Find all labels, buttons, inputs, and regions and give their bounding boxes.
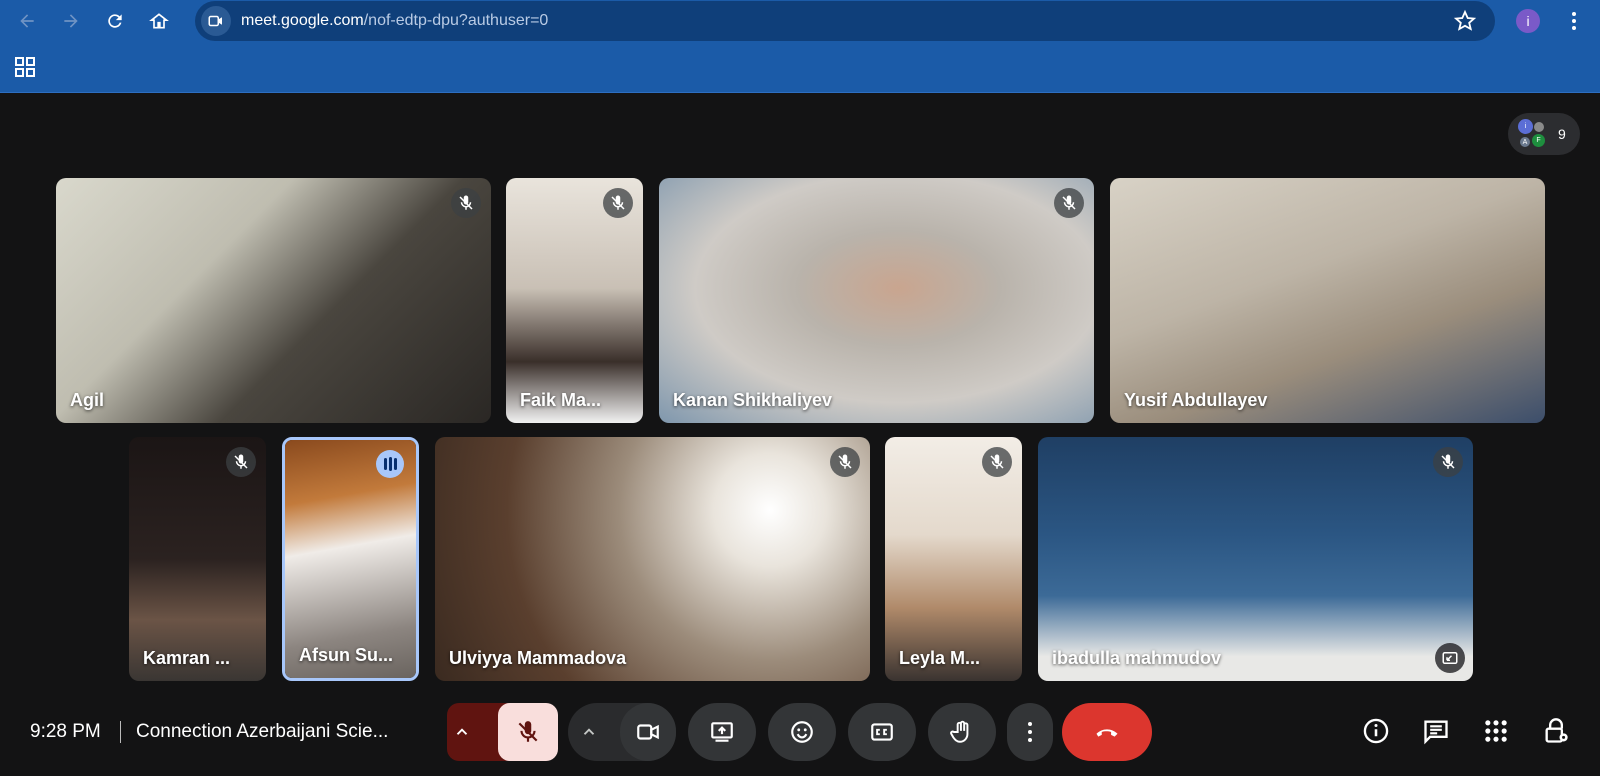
participant-name: Kamran ... <box>143 648 231 668</box>
participant-name: Leyla M... <box>899 648 981 668</box>
mic-off-icon <box>982 447 1012 477</box>
participant-name: Afsun Su... <box>299 645 393 665</box>
participant-tile[interactable]: Ulviyya Mammadova <box>435 437 870 681</box>
more-options-button[interactable] <box>1007 703 1053 761</box>
mic-options-chevron-up-icon[interactable] <box>447 703 477 761</box>
url-host: meet.google.com <box>241 12 364 29</box>
video-feed <box>659 178 1094 423</box>
avatar: A <box>1520 137 1530 147</box>
chat-icon[interactable] <box>1418 713 1454 749</box>
home-icon[interactable] <box>144 6 174 36</box>
captions-button[interactable] <box>848 703 916 761</box>
participant-avatars: i A F <box>1518 119 1548 149</box>
video-feed <box>435 437 870 681</box>
address-bar[interactable]: meet.google.com/nof-edtp-dpu?authuser=0 <box>195 1 1495 41</box>
browser-toolbar: meet.google.com/nof-edtp-dpu?authuser=0 … <box>0 0 1600 93</box>
picture-in-picture-icon[interactable] <box>1435 643 1465 673</box>
mic-off-icon <box>226 447 256 477</box>
participant-tile[interactable]: Agil <box>56 178 491 423</box>
participant-tile[interactable]: Yusif Abdullayev <box>1110 178 1545 423</box>
participant-tile[interactable]: Faik Ma... <box>506 178 643 423</box>
video-site-icon[interactable] <box>201 6 231 36</box>
reactions-button[interactable] <box>768 703 836 761</box>
meeting-clock: 9:28 PM <box>30 721 101 742</box>
url-text: meet.google.com/nof-edtp-dpu?authuser=0 <box>241 12 548 30</box>
meeting-title: Connection Azerbaijani Scie... <box>136 721 389 742</box>
participant-name: Faik Ma... <box>520 390 602 410</box>
divider <box>120 721 121 743</box>
participant-tile[interactable]: Leyla M... <box>885 437 1022 681</box>
star-icon[interactable] <box>1453 9 1477 33</box>
participant-name: ibadulla mahmudov <box>1052 648 1222 668</box>
meeting-stage: i A F 9 Agil Faik Ma... Kanan Shikhaliye… <box>0 93 1600 776</box>
participants-chip[interactable]: i A F 9 <box>1508 113 1580 155</box>
participant-name: Agil <box>70 390 104 410</box>
participant-tile[interactable]: Kanan Shikhaliyev <box>659 178 1094 423</box>
meeting-details-icon[interactable] <box>1358 713 1394 749</box>
reload-icon[interactable] <box>100 6 130 36</box>
speaking-indicator-icon <box>376 450 404 478</box>
back-icon[interactable] <box>12 6 42 36</box>
participant-name: Kanan Shikhaliyev <box>673 390 833 410</box>
camera-button[interactable] <box>620 703 676 761</box>
mic-off-icon <box>1433 447 1463 477</box>
mic-off-icon <box>830 447 860 477</box>
activities-grid-icon[interactable] <box>1478 713 1514 749</box>
video-feed <box>1038 437 1473 681</box>
participant-name: Yusif Abdullayev <box>1124 390 1268 410</box>
leave-call-button[interactable] <box>1062 703 1152 761</box>
url-path: /nof-edtp-dpu?authuser=0 <box>363 12 549 29</box>
mic-off-icon <box>451 188 481 218</box>
camera-options-chevron-up-icon[interactable] <box>574 703 604 761</box>
participant-tile-speaking[interactable]: Afsun Su... <box>282 437 419 681</box>
host-controls-lock-icon[interactable] <box>1538 713 1574 749</box>
kebab-icon[interactable] <box>1562 7 1586 35</box>
avatar: i <box>1518 119 1533 134</box>
participant-count: 9 <box>1558 126 1566 142</box>
mic-off-icon <box>603 188 633 218</box>
profile-avatar[interactable]: i <box>1516 9 1540 33</box>
present-screen-button[interactable] <box>688 703 756 761</box>
apps-grid-icon[interactable] <box>14 56 36 78</box>
participant-name: Ulviyya Mammadova <box>449 648 627 668</box>
video-feed <box>56 178 491 423</box>
participant-tile[interactable]: ibadulla mahmudov <box>1038 437 1473 681</box>
raise-hand-button[interactable] <box>928 703 996 761</box>
avatar: F <box>1532 134 1545 147</box>
mic-off-button[interactable] <box>498 703 558 761</box>
mic-off-icon <box>1054 188 1084 218</box>
forward-icon[interactable] <box>56 6 86 36</box>
avatar <box>1534 122 1544 132</box>
video-feed <box>1110 178 1545 423</box>
participant-tile[interactable]: Kamran ... <box>129 437 266 681</box>
